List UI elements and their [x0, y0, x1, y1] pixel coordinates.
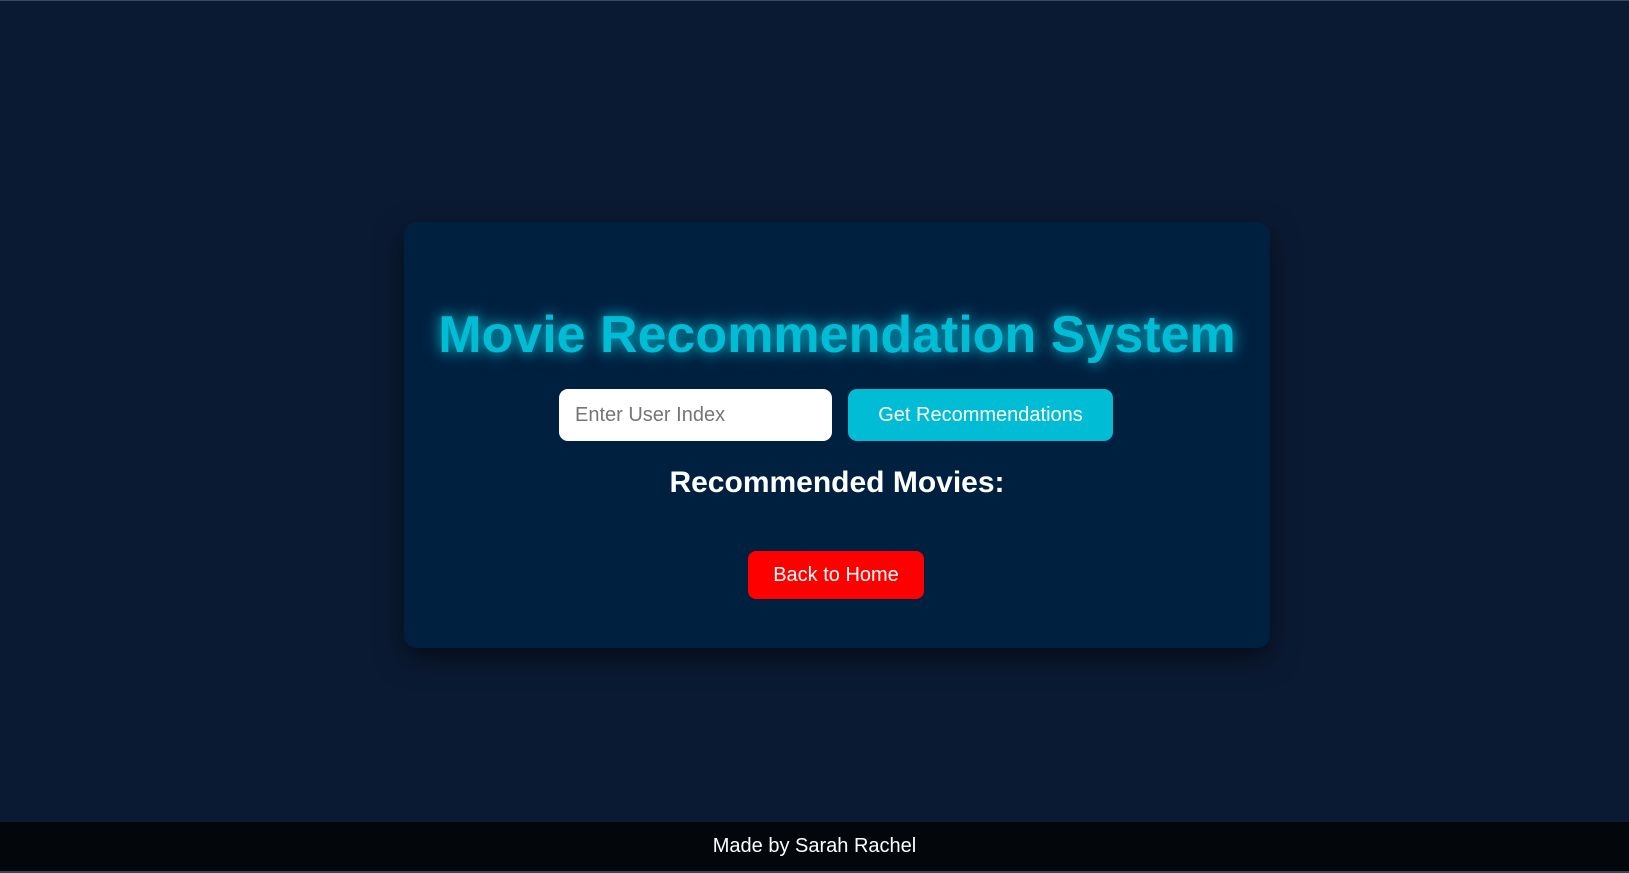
get-recommendations-button[interactable]: Get Recommendations [848, 389, 1113, 441]
top-border [0, 0, 1629, 1]
footer: Made by Sarah Rachel [0, 822, 1629, 871]
user-index-input[interactable] [559, 389, 832, 441]
page-title: Movie Recommendation System [438, 306, 1236, 364]
search-controls: Get Recommendations [559, 389, 1113, 441]
recommended-movies-heading: Recommended Movies: [669, 466, 1005, 499]
footer-credit: Made by Sarah Rachel [712, 835, 917, 857]
recommendation-card: Movie Recommendation System Get Recommen… [404, 222, 1270, 648]
back-to-home-button[interactable]: Back to Home [748, 551, 924, 599]
